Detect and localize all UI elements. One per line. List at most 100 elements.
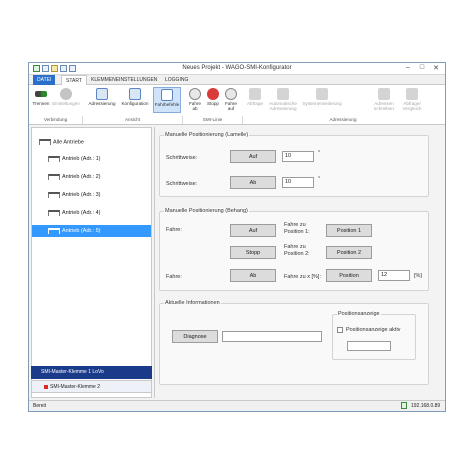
write-address-icon: [378, 88, 390, 100]
adressierung-label: Adressierung: [88, 101, 116, 106]
lamelle-ab-button[interactable]: Ab: [230, 176, 276, 189]
tree-item-label: Antrieb (Adr.: 4): [62, 210, 101, 216]
group-smi-linie: SMI-Linie: [183, 116, 243, 124]
diagnose-output-field[interactable]: [222, 331, 322, 342]
status-text: Bereit: [33, 403, 47, 409]
lamelle-step-down-input[interactable]: 10: [282, 177, 314, 188]
configuration-icon: [129, 88, 141, 100]
position-display-checkbox[interactable]: [337, 327, 343, 333]
einstellungen-button[interactable]: Einstellungen: [52, 87, 80, 106]
nav-master-terminal-2[interactable]: SMI-Master-Klemme 2: [31, 380, 152, 393]
fahre-zu-pos1-b: Position 1:: [284, 229, 310, 235]
group-behang-title: Manuelle Positionierung (Behang): [164, 208, 249, 214]
behang-auf-button[interactable]: Auf: [230, 224, 276, 237]
fahre-ab-label-2: ab: [192, 106, 198, 111]
compare-icon: [406, 88, 418, 100]
blind-icon: [48, 155, 60, 162]
abfrage-vergleich-button[interactable]: Abfrage/ Vergleich: [399, 87, 425, 111]
tab-terminal-settings[interactable]: KLEMMENEINSTELLUNGEN: [87, 75, 161, 85]
auto-address-icon: [277, 88, 289, 100]
diagnose-button[interactable]: Diagnose: [172, 330, 218, 343]
adressen-label-2: schreiben: [374, 106, 394, 111]
percent-unit: [%]: [414, 273, 422, 279]
fahre-auf-label-2: auf: [227, 106, 235, 111]
group-lamelle: Manuelle Positionierung (Lamelle) Schrit…: [159, 132, 429, 197]
schrittweise-label-1: Schrittweise:: [166, 155, 198, 161]
auto-addr-label-2: Adressierung: [269, 106, 297, 111]
adressen-schreiben-button[interactable]: Adressen schreiben: [371, 87, 397, 111]
position-1-button[interactable]: Position 1: [326, 224, 372, 237]
tree-item-label: Antrieb (Adr.: 3): [62, 192, 101, 198]
drive-commands-icon: [161, 89, 173, 101]
tab-file[interactable]: DATEI: [33, 75, 56, 85]
arrow-down-icon: [189, 88, 201, 100]
trennen-button[interactable]: Trennen: [31, 87, 51, 106]
tree-root-label: Alle Antriebe: [53, 139, 84, 146]
connection-status-icon: [401, 402, 407, 409]
fahre-auf-button[interactable]: Fahre auf: [223, 87, 239, 111]
blind-icon: [39, 139, 51, 145]
app-window: Neues Projekt - WAGO-SMI-Konfigurator – …: [28, 62, 446, 412]
lamelle-auf-button[interactable]: Auf: [230, 150, 276, 163]
fahre-ab-button[interactable]: Fahre ab: [187, 87, 203, 111]
abfrage-button[interactable]: Abfrage: [245, 87, 265, 106]
tree-item-drive-5[interactable]: Antrieb (Adr.: 5): [32, 225, 151, 237]
disconnect-icon: [35, 91, 47, 97]
abfrage-label: Abfrage: [246, 101, 264, 106]
title-bar: Neues Projekt - WAGO-SMI-Konfigurator – …: [29, 63, 445, 75]
fahre-zu-x-label: Fahre zu x [%]:: [284, 274, 321, 280]
group-info-title: Aktuelle Informationen: [164, 300, 221, 306]
abfrage-vergleich-label-2: Vergleich: [402, 106, 422, 111]
tree-item-drive-1[interactable]: Antrieb (Adr.: 1): [32, 153, 151, 165]
systemerweiterung-label: Systemerweiterung: [302, 101, 342, 106]
stopp-button[interactable]: Stopp: [205, 87, 221, 106]
tree-root-all-drives[interactable]: Alle Antriebe: [39, 139, 84, 145]
group-position-display: Positionsanzeige Positionsanzeige aktiv: [332, 311, 416, 360]
fahre-label-1: Fahre:: [166, 227, 182, 233]
position-percent-button[interactable]: Position: [326, 269, 372, 282]
konfiguration-button[interactable]: Konfiguration: [119, 87, 151, 106]
tree-item-label: Antrieb (Adr.: 5): [62, 228, 101, 234]
main-content: Manuelle Positionierung (Lamelle) Schrit…: [154, 127, 444, 398]
behang-stopp-button[interactable]: Stopp: [230, 246, 276, 259]
systemerweiterung-button[interactable]: Systemerweiterung: [301, 87, 343, 106]
fahrbefehle-button[interactable]: Fahrbefehle: [153, 87, 181, 113]
ribbon: Trennen Einstellungen Adressierung Konfi…: [29, 85, 445, 125]
lamelle-step-up-input[interactable]: 10: [282, 151, 314, 162]
minimize-button[interactable]: –: [403, 64, 413, 71]
behang-ab-button[interactable]: Ab: [230, 269, 276, 282]
einstellungen-label: Einstellungen: [52, 101, 80, 106]
auto-addressing-button[interactable]: Automatische Adressierung: [267, 87, 299, 111]
fahrbefehle-label: Fahrbefehle: [154, 102, 180, 107]
fahre-zu-position-1-label: Fahre zu Position 1:: [284, 222, 310, 236]
tree-item-label: Antrieb (Adr.: 2): [62, 174, 101, 180]
tab-logging[interactable]: LOGGING: [161, 75, 192, 85]
konfiguration-label: Konfiguration: [121, 101, 149, 106]
schrittweise-label-2: Schrittweise:: [166, 181, 198, 187]
maximize-button[interactable]: □: [417, 64, 427, 71]
position-2-button[interactable]: Position 2: [326, 246, 372, 259]
position-percent-input[interactable]: 12: [378, 270, 410, 281]
tree-item-drive-2[interactable]: Antrieb (Adr.: 2): [32, 171, 151, 183]
stopp-label: Stopp: [206, 101, 219, 106]
window-title: Neues Projekt - WAGO-SMI-Konfigurator: [182, 65, 292, 71]
degree-unit-1: °: [318, 150, 321, 156]
arrow-up-icon: [225, 88, 237, 100]
tree-item-drive-3[interactable]: Antrieb (Adr.: 3): [32, 189, 151, 201]
fahre-label-2: Fahre:: [166, 274, 182, 280]
addressing-icon: [96, 88, 108, 100]
position-display-field[interactable]: [347, 341, 391, 351]
tree-item-label: Antrieb (Adr.: 1): [62, 156, 101, 162]
close-button[interactable]: ✕: [431, 64, 441, 72]
fahre-zu-position-2-label: Fahre zu Position 2:: [284, 244, 310, 258]
drive-tree-panel: Alle Antriebe Antrieb (Adr.: 1) Antrieb …: [31, 127, 152, 398]
fahre-zu-pos2-a: Fahre zu: [284, 244, 306, 250]
adressierung-view-button[interactable]: Adressierung: [87, 87, 117, 106]
group-adressierung: Adressierung: [329, 117, 357, 122]
nav-master-terminal-1[interactable]: SMI-Master-Klemme 1 LoVo: [31, 366, 152, 379]
stop-icon: [207, 88, 219, 100]
tree-item-drive-4[interactable]: Antrieb (Adr.: 4): [32, 207, 151, 219]
settings-gear-icon: [60, 88, 72, 100]
blind-icon: [48, 173, 60, 180]
group-behang: Manuelle Positionierung (Behang) Fahre: …: [159, 208, 429, 291]
